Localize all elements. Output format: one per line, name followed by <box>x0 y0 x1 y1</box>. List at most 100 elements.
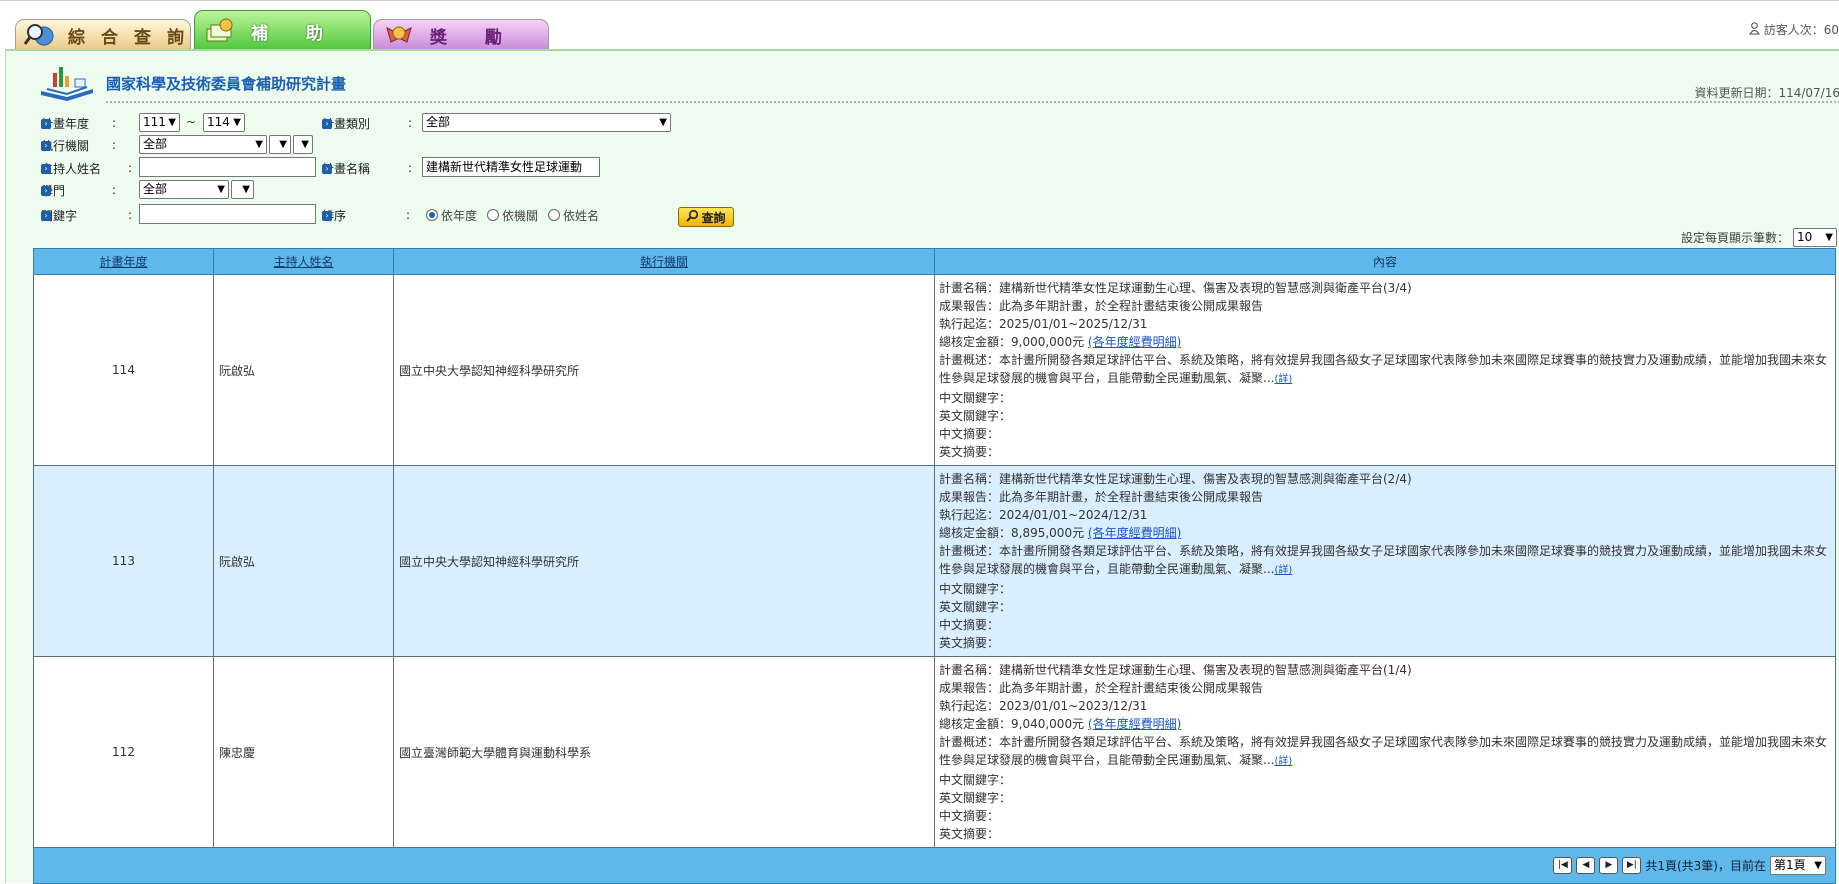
org-label-group: › 執行機關 <box>41 136 89 154</box>
category-select[interactable]: 全部 ▼ <box>422 113 671 132</box>
per-page-select[interactable]: 10 ▼ <box>1793 228 1837 247</box>
chevron-down-icon: ▼ <box>659 117 667 128</box>
header-year[interactable]: 計畫年度 <box>33 248 214 275</box>
tab-label: 補 助 <box>251 23 339 44</box>
year-label-group: › 計畫年度 <box>41 114 89 132</box>
org-sub-select[interactable]: ▼ <box>269 135 291 154</box>
chevron-down-icon: ▼ <box>1825 232 1833 243</box>
chevron-down-icon: ▼ <box>217 184 225 195</box>
sort-by-name-radio[interactable]: 依姓名 <box>548 207 599 224</box>
pagination-row: |◀ ◀ ▶ ▶| 共1頁(共3筆)，目前在 第1頁 ▼ <box>33 847 1836 884</box>
amount-text: 總核定金額：8,895,000元 <box>939 526 1085 540</box>
tab-subsidy[interactable]: 補 助 <box>194 10 371 51</box>
pager: |◀ ◀ ▶ ▶| 共1頁(共3筆)，目前在 第1頁 ▼ <box>39 856 1830 875</box>
colon: : <box>112 183 117 197</box>
chevron-down-icon: ▼ <box>279 139 287 150</box>
colon: : <box>112 116 117 130</box>
year-to-select[interactable]: 114 ▼ <box>203 113 245 132</box>
data-update-date: 資料更新日期：114/07/16 <box>1694 86 1839 100</box>
header-pi[interactable]: 主持人姓名 <box>213 248 394 275</box>
detail-link[interactable]: (詳) <box>1274 756 1292 767</box>
tab-integrated-query[interactable]: 綜合查詢 <box>15 19 191 50</box>
keyword-input[interactable] <box>139 204 316 224</box>
radio-empty-icon <box>548 209 561 221</box>
page-header: 國家科學及技術委員會補助研究計畫 資料更新日期：114/07/16 <box>39 63 1839 105</box>
colon: : <box>408 161 413 175</box>
magnifier-globe-icon <box>24 21 54 49</box>
pi-name-input[interactable] <box>139 157 316 177</box>
cell-year: 113 <box>33 465 214 657</box>
table-row: 114 阮啟弘 國立中央大學認知神經科學研究所 計畫名稱：建構新世代精準女性足球… <box>33 274 1836 466</box>
detail-link[interactable]: (詳) <box>1274 565 1292 576</box>
sort-radio-group: 依年度 依機關 依姓名 <box>426 206 599 224</box>
summary-text: 計畫概述：本計畫所開發各類足球評估平台、系統及策略，將有效提昇我國各級女子足球國… <box>939 544 1828 576</box>
period-text: 執行起迄：2025/01/01~2025/12/31 <box>939 317 1148 331</box>
next-page-icon[interactable]: ▶ <box>1599 857 1619 874</box>
tilde: ~ <box>186 115 197 129</box>
plan-name-text: 計畫名稱：建構新世代精準女性足球運動生心理、傷害及表現的智慧感測與衛產平台(1/… <box>939 663 1412 677</box>
report-text: 成果報告：此為多年期計畫，於全程計畫結束後公開成果報告 <box>939 681 1264 695</box>
pagination-cell: |◀ ◀ ▶ ▶| 共1頁(共3筆)，目前在 第1頁 ▼ <box>33 847 1836 884</box>
field-select[interactable]: 全部 ▼ <box>139 180 229 199</box>
page-select[interactable]: 第1頁 ▼ <box>1770 856 1826 875</box>
first-page-icon[interactable]: |◀ <box>1553 857 1573 874</box>
header-org[interactable]: 執行機關 <box>393 248 935 275</box>
org-select[interactable]: 全部 ▼ <box>139 135 267 154</box>
results-table: 計畫年度 主持人姓名 執行機關 內容 114 阮啟弘 國立中央大學認知神經科學研… <box>33 248 1836 884</box>
budget-detail-link[interactable]: (各年度經費明細) <box>1088 526 1181 540</box>
arrow-bullet-icon: › <box>322 118 332 129</box>
tab-award[interactable]: 獎 勵 <box>373 19 549 50</box>
cell-org: 國立中央大學認知神經科學研究所 <box>393 465 935 657</box>
prev-page-icon[interactable]: ◀ <box>1576 857 1596 874</box>
report-text: 成果報告：此為多年期計畫，於全程計畫結束後公開成果報告 <box>939 299 1264 313</box>
query-button[interactable]: 查詢 <box>678 207 734 227</box>
report-text: 成果報告：此為多年期計畫，於全程計畫結束後公開成果報告 <box>939 490 1264 504</box>
colon: : <box>408 116 413 130</box>
chevron-down-icon: ▼ <box>301 139 309 150</box>
cell-content: 計畫名稱：建構新世代精準女性足球運動生心理、傷害及表現的智慧感測與衛產平台(2/… <box>934 465 1836 657</box>
field-sub-select[interactable]: ▼ <box>231 180 254 199</box>
budget-detail-link[interactable]: (各年度經費明細) <box>1088 335 1181 349</box>
arrow-bullet-icon: › <box>41 118 51 129</box>
table-row: 113 阮啟弘 國立中央大學認知神經科學研究所 計畫名稱：建構新世代精準女性足球… <box>33 465 1836 657</box>
detail-link[interactable]: (詳) <box>1274 374 1292 385</box>
sort-by-org-radio[interactable]: 依機關 <box>487 207 538 224</box>
budget-detail-link[interactable]: (各年度經費明細) <box>1088 717 1181 731</box>
org-dept-select[interactable]: ▼ <box>293 135 313 154</box>
summary-line: 計畫概述：本計畫所開發各類足球評估平台、系統及策略，將有效提昇我國各級女子足球國… <box>939 542 1831 580</box>
category-label-group: › 計畫類別 <box>322 114 370 132</box>
per-page-label: 設定每頁顯示筆數： <box>1680 231 1789 245</box>
ribbon-award-icon <box>382 21 416 49</box>
sort-by-year-radio[interactable]: 依年度 <box>426 207 477 224</box>
summary-line: 計畫概述：本計畫所開發各類足球評估平台、系統及策略，將有效提昇我國各級女子足球國… <box>939 733 1831 771</box>
page-summary: 共1頁(共3筆)，目前在 <box>1645 859 1766 873</box>
cell-org: 國立中央大學認知神經科學研究所 <box>393 274 935 466</box>
cell-year: 114 <box>33 274 214 466</box>
keyword-zh-text: 中文關鍵字： <box>939 391 1012 405</box>
plan-name-label-group: › 計畫名稱 <box>322 159 370 177</box>
summary-text: 計畫概述：本計畫所開發各類足球評估平台、系統及策略，將有效提昇我國各級女子足球國… <box>939 353 1828 385</box>
cell-org: 國立臺灣師範大學體育與運動科學系 <box>393 656 935 848</box>
keyword-zh-text: 中文關鍵字： <box>939 582 1012 596</box>
year-from-select[interactable]: 111 ▼ <box>139 113 180 132</box>
header-content: 內容 <box>934 248 1836 275</box>
page-title: 國家科學及技術委員會補助研究計畫 <box>106 75 347 93</box>
arrow-bullet-icon: › <box>41 140 51 151</box>
keyword-en-text: 英文關鍵字： <box>939 791 1012 805</box>
last-page-icon[interactable]: ▶| <box>1622 857 1642 874</box>
colon: : <box>406 208 411 222</box>
per-page-setting: 設定每頁顯示筆數： 10 ▼ <box>1681 228 1837 247</box>
table-row: 112 陳忠慶 國立臺灣師範大學體育與運動科學系 計畫名稱：建構新世代精準女性足… <box>33 656 1836 848</box>
amount-line: 總核定金額：8,895,000元 (各年度經費明細) <box>939 524 1831 542</box>
plan-name-input[interactable]: 建構新世代精準女性足球運動 <box>422 157 600 177</box>
pi-label-group: › 主持人姓名 <box>41 159 101 177</box>
amount-line: 總核定金額：9,040,000元 (各年度經費明細) <box>939 715 1831 733</box>
divider <box>106 101 1839 103</box>
tab-label: 綜合查詢 <box>68 27 200 48</box>
period-text: 執行起迄：2023/01/01~2023/12/31 <box>939 699 1148 713</box>
arrow-bullet-icon: › <box>322 163 332 174</box>
chevron-down-icon: ▼ <box>255 139 263 150</box>
plan-name-text: 計畫名稱：建構新世代精準女性足球運動生心理、傷害及表現的智慧感測與衛產平台(3/… <box>939 281 1412 295</box>
search-icon <box>686 209 699 225</box>
summary-line: 計畫概述：本計畫所開發各類足球評估平台、系統及策略，將有效提昇我國各級女子足球國… <box>939 351 1831 389</box>
